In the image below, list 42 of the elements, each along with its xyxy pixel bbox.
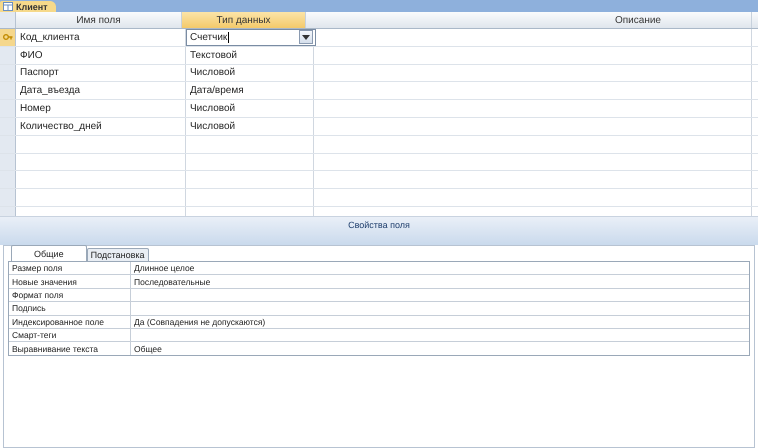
table-cell: Количество_дней	[16, 118, 186, 135]
key-icon	[2, 33, 12, 42]
table-cell: Текстовой	[186, 46, 314, 64]
property-label: Новые значения	[9, 275, 131, 288]
data-type-dropdown[interactable]: Счетчик	[186, 29, 316, 46]
row-selector[interactable]	[0, 46, 16, 64]
section-title: Свойства поля	[348, 220, 410, 230]
property-label: Размер поля	[9, 262, 131, 274]
row-selector[interactable]	[0, 64, 16, 82]
column-header[interactable]: Описание	[306, 12, 752, 28]
property-value-field[interactable]: Длинное целое	[131, 262, 749, 274]
row-selector[interactable]	[0, 154, 16, 170]
column-header[interactable]: Тип данных	[182, 12, 306, 28]
row-selector[interactable]	[0, 82, 16, 100]
property-label: Смарт-теги	[9, 328, 131, 342]
table-cell: Номер	[16, 100, 186, 117]
table-cell: Паспорт	[16, 64, 186, 82]
table-cell: Числовой	[186, 100, 314, 117]
tab[interactable]: Подстановка	[86, 248, 149, 261]
row-selector[interactable]	[0, 100, 16, 117]
document-tab[interactable]: Клиент	[0, 1, 56, 12]
table-icon	[3, 2, 13, 11]
row-selector[interactable]	[0, 118, 16, 135]
table-cell: ФИО	[16, 46, 186, 64]
table-cell: Дата/время	[186, 82, 314, 100]
tab[interactable]: Общие	[11, 245, 87, 261]
row-selector[interactable]	[0, 189, 16, 206]
property-label: Индексированное поле	[9, 316, 131, 328]
table-cell: Числовой	[186, 118, 314, 135]
row-selector[interactable]	[0, 171, 16, 188]
property-label: Подпись	[9, 302, 131, 315]
select-all-corner[interactable]	[0, 12, 16, 28]
property-label: Формат поля	[9, 288, 131, 302]
table-cell: Дата_въезда	[16, 82, 186, 100]
row-selector[interactable]	[0, 29, 16, 46]
property-value-field[interactable]: Да (Совпадения не допускаются)	[131, 316, 749, 328]
row-selector[interactable]	[0, 136, 16, 153]
property-value-field[interactable]: Последовательные	[131, 275, 749, 288]
table-cell: Числовой	[186, 64, 314, 82]
property-value-field[interactable]: Общее	[131, 342, 749, 355]
caret-icon[interactable]	[299, 30, 313, 44]
property-label: Выравнивание текста	[9, 342, 131, 355]
